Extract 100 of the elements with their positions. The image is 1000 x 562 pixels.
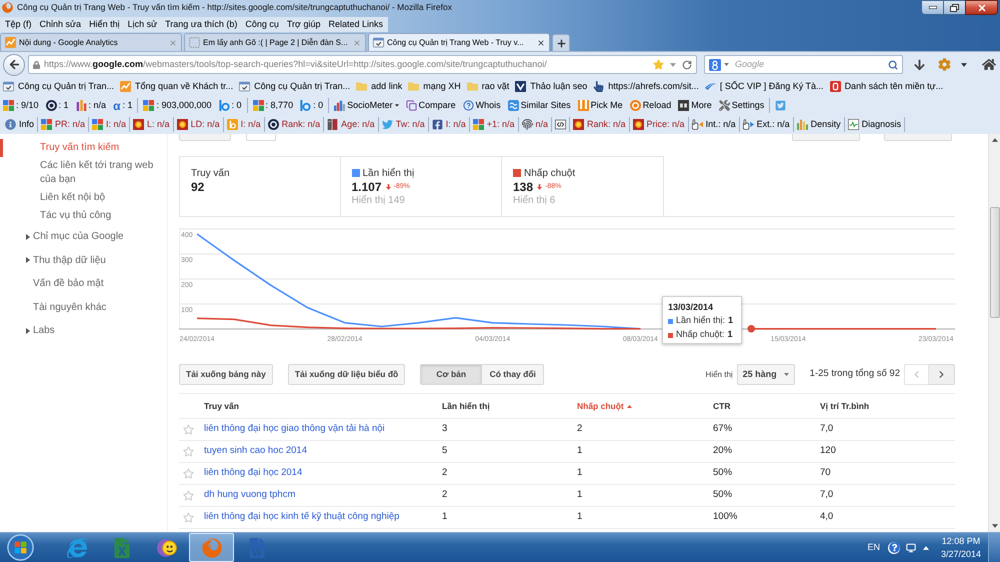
expand-triangle-icon[interactable] [26,328,30,334]
toolbar-button[interactable]: I: n/a [89,117,130,132]
toolbar-button[interactable]: : 8,770 [252,98,294,112]
e-logo-icon[interactable] [66,538,86,558]
view-toggle[interactable]: Có thay đổi [482,364,544,385]
smiley-icon[interactable] [156,538,176,558]
bookmark-star-icon[interactable] [653,59,664,70]
query-link[interactable]: liên thông đại học giao thông vận tải hà nội [204,422,385,437]
download-button[interactable]: Tải xuống bảng này [179,364,273,385]
toolbar-button[interactable]: I: n/a [428,117,470,132]
gear-icon[interactable] [938,58,951,71]
sidebar-link[interactable]: Truy vấn tìm kiếm [0,139,132,157]
caret-icon[interactable] [961,62,967,66]
close-button[interactable] [965,0,998,15]
sidebar-link[interactable]: Tác vụ thủ công [0,207,124,225]
caret-up-icon[interactable] [923,546,929,550]
download-button[interactable]: Tải xuống dữ liệu biểu đồ [288,364,406,385]
star-icon[interactable] [183,512,194,523]
toolbar-button[interactable]: Settings [718,98,764,112]
toolbar-button[interactable]: : 0 [218,98,242,112]
star-icon[interactable] [183,424,194,435]
reload-icon[interactable] [682,60,692,70]
toolbar-button[interactable]: L: n/a [130,117,174,132]
toolbar-button[interactable]: Compare [406,98,456,112]
language-indicator[interactable]: EN [867,540,880,554]
toolbar-button[interactable]: Whois [462,98,501,112]
toolbar-button[interactable]: More [678,98,712,112]
browser-tab[interactable]: Nội dung - Google Analytics [0,33,182,51]
maximize-button[interactable] [944,0,965,15]
help-icon[interactable] [888,542,900,554]
home-icon[interactable] [982,58,996,71]
column-header[interactable]: CTR [713,400,730,412]
toolbar-button[interactable]: : 903,000,000 [143,98,212,112]
monitor-icon[interactable] [906,542,916,552]
toolbar-button[interactable]: : 0 [300,98,324,112]
toolbar-button[interactable]: Info [2,117,38,132]
browser-tab[interactable]: Công cụ Quản trị Trang Web - Truy v... [368,33,550,51]
menu-item[interactable]: Chỉnh sửa [40,16,82,32]
view-toggle[interactable]: Cơ bản [420,364,482,385]
toolbar-button[interactable]: Similar Sites [508,98,571,112]
column-header[interactable]: Vị trí Tr.bình [820,400,870,412]
taskbar-button[interactable] [189,533,234,562]
search-icon[interactable] [888,60,898,70]
bookmark-item[interactable]: https://ahrefs.com/sit... [593,80,699,94]
sidebar-link[interactable]: Labs [0,319,61,342]
sidebar-link[interactable]: Chỉ mục của Google [0,225,130,248]
menu-item[interactable]: Trợ giúp [286,16,320,32]
toolbar-button[interactable]: Rank: n/a [570,117,630,132]
toolbar-button[interactable]: : 9/10 [3,98,39,112]
bookmark-item[interactable]: mạng XH [408,80,461,94]
column-header[interactable]: Truy vấn [204,400,239,412]
new-tab-button[interactable] [552,34,570,51]
query-link[interactable]: liên thông đại học 2014 [204,466,302,481]
rows-select[interactable]: 25 hàng [736,364,795,385]
query-link[interactable]: tuyen sinh cao hoc 2014 [204,444,307,459]
expand-triangle-icon[interactable] [26,257,30,264]
sidebar-link[interactable]: Vấn đề bảo mật [0,272,110,296]
toolbar-button[interactable]: Ext.: n/a [740,117,794,132]
back-button[interactable] [3,54,25,76]
close-icon[interactable] [537,38,545,46]
toolbar-button[interactable] [552,117,570,132]
star-icon[interactable] [183,490,194,501]
query-link[interactable]: dh hung vuong tphcm [204,488,296,503]
toolbar-button[interactable]: Density [794,117,845,132]
document-icon[interactable] [246,538,266,558]
toolbar-button[interactable]: : n/a [76,98,106,112]
download-icon[interactable] [914,58,925,70]
bookmark-item[interactable]: add link [356,80,402,94]
fox-globe-icon[interactable] [202,538,222,558]
toolbar-button[interactable]: LD: n/a [174,117,224,132]
caret-icon[interactable] [724,63,729,66]
toolbar-button[interactable]: : 1 [46,98,69,112]
menu-item[interactable]: Lịch sử [128,16,158,32]
toolbar-button[interactable]: Age: n/a [324,117,379,132]
column-header[interactable]: Nhấp chuột [577,400,632,412]
url-field[interactable]: https://www.google.com/webmasters/tools/top-search-queries?hl=vi&siteUrl=http://sites.google.com/site/trungcaptuthuchanoi/ [28,55,697,74]
minimize-button[interactable] [921,0,944,15]
sidebar-link[interactable]: Thu thập dữ liệu [0,248,112,272]
menu-item[interactable]: Tệp (f) [5,16,32,32]
bookmark-item[interactable]: Công cụ Quản trị Tran... [239,80,350,94]
next-page-button[interactable] [929,364,955,385]
star-icon[interactable] [183,468,194,479]
bookmark-item[interactable]: Tổng quan về Khách tr... [120,80,234,94]
toolbar-button[interactable]: n/a [518,117,552,132]
toolbar-button[interactable]: PR: n/a [38,117,90,132]
toolbar-button[interactable]: Tw: n/a [378,117,429,132]
toolbar-button[interactable]: Pick Me [578,98,623,112]
column-header[interactable]: Lần hiển thị [442,400,490,412]
bookmark-item[interactable]: Thảo luận seo [515,80,588,94]
query-link[interactable]: liên thông đại học kinh tế kỹ thuật công nghiệp [204,510,400,525]
menu-item[interactable]: Hiển thị [89,16,120,32]
sidebar-link[interactable]: Tài nguyên khác [0,296,112,319]
bookmark-item[interactable]: Công cụ Quản trị Tran... [3,80,114,94]
toolbar-button[interactable]: Diagnosis [844,117,906,132]
menu-item[interactable]: Related Links [328,16,384,32]
scrollbar-thumb[interactable] [990,207,1000,318]
sidebar-link[interactable]: Các liên kết tới trang web của bạn [0,157,167,189]
menu-item[interactable]: Trang ưa thích (b) [165,16,238,32]
bookmark-item[interactable]: [ SỐC VIP ] Đăng Ký Tà... [704,80,824,94]
spreadsheet-icon[interactable] [112,538,132,558]
